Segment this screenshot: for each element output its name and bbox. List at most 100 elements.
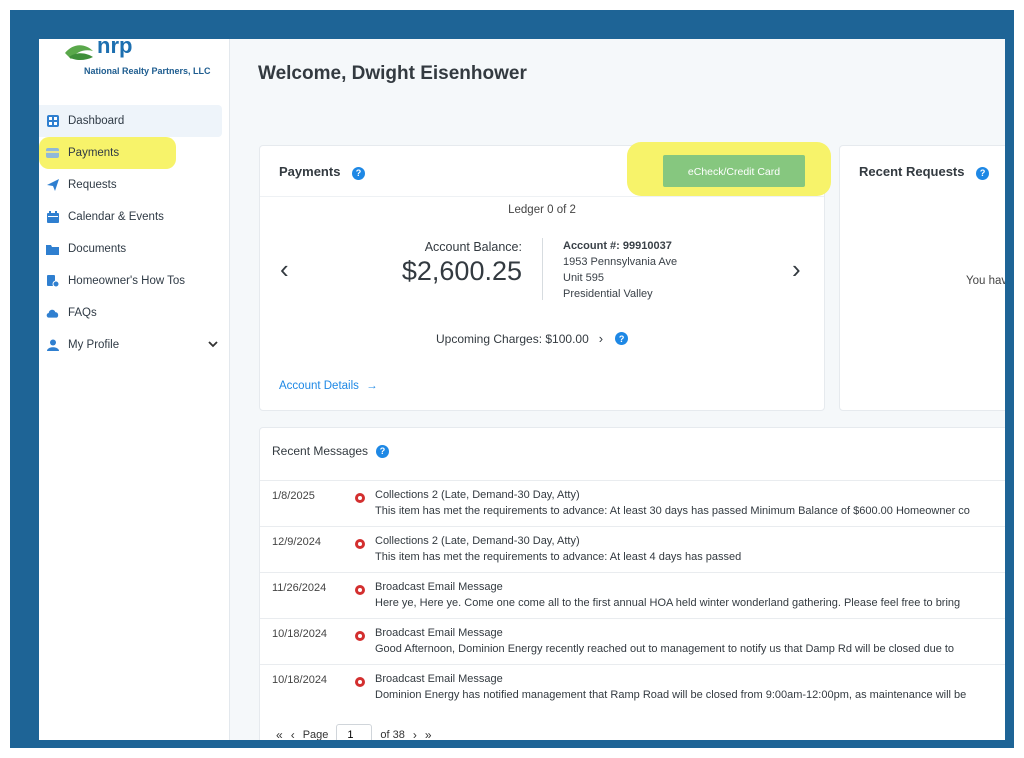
- alert-icon: [355, 585, 365, 595]
- help-icon[interactable]: ?: [376, 444, 390, 458]
- message-date: 1/8/2025: [272, 490, 315, 502]
- ledger-indicator: Ledger 0 of 2: [508, 204, 576, 216]
- message-row[interactable]: 10/18/2024 Broadcast Email Message Good …: [260, 618, 1005, 664]
- recent-requests-card: Recent Requests ? You hav: [839, 145, 1005, 411]
- recent-messages-title-text: Recent Messages: [272, 444, 369, 458]
- calendar-icon: [46, 211, 59, 224]
- cloud-icon: [46, 307, 59, 320]
- sidebar-item-label: Homeowner's How Tos: [68, 275, 186, 287]
- message-row[interactable]: 11/26/2024 Broadcast Email Message Here …: [260, 572, 1005, 618]
- page-count: of 38: [380, 729, 405, 740]
- chevron-right-icon[interactable]: ›: [599, 331, 603, 346]
- previous-page-icon[interactable]: ‹: [291, 728, 295, 740]
- address-line: Unit 595: [563, 272, 604, 284]
- app-screen: nrp National Realty Partners, LLC Dashbo…: [39, 39, 1005, 740]
- divider: [542, 238, 543, 300]
- message-body: Here ye, Here ye. Come one come all to t…: [375, 597, 961, 609]
- echeck-credit-card-button[interactable]: eCheck/Credit Card: [663, 155, 805, 187]
- help-icon[interactable]: ?: [352, 166, 366, 180]
- company-name: National Realty Partners, LLC: [84, 66, 211, 76]
- chevron-down-icon[interactable]: [208, 339, 218, 351]
- sidebar: nrp National Realty Partners, LLC Dashbo…: [39, 39, 230, 740]
- chevron-left-icon[interactable]: ‹: [280, 256, 289, 282]
- message-subject: Broadcast Email Message: [375, 673, 503, 685]
- sidebar-item-dashboard[interactable]: Dashboard: [39, 105, 222, 137]
- message-subject: Broadcast Email Message: [375, 581, 503, 593]
- sidebar-item-how-tos[interactable]: Homeowner's How Tos: [39, 265, 230, 297]
- account-details-link[interactable]: Account Details →: [279, 380, 378, 392]
- account-info: Account #: 99910037 1953 Pennsylvania Av…: [563, 238, 677, 302]
- svg-text:nrp: nrp: [97, 39, 132, 58]
- sidebar-item-my-profile[interactable]: My Profile: [39, 329, 230, 361]
- message-row[interactable]: 10/18/2024 Broadcast Email Message Domin…: [260, 664, 1005, 710]
- message-subject: Collections 2 (Late, Demand-30 Day, Atty…: [375, 489, 580, 501]
- sidebar-item-calendar[interactable]: Calendar & Events: [39, 201, 230, 233]
- payments-title: Payments ?: [279, 164, 366, 180]
- sidebar-item-label: My Profile: [68, 339, 120, 351]
- requests-empty-text: You hav: [966, 275, 1005, 287]
- alert-icon: [355, 677, 365, 687]
- message-date: 12/9/2024: [272, 536, 321, 548]
- sidebar-nav: Dashboard Payments Requests Calendar & E…: [39, 105, 230, 361]
- sidebar-item-label: Dashboard: [68, 115, 125, 127]
- message-body: Good Afternoon, Dominion Energy recently…: [375, 643, 955, 655]
- screenshot-frame: nrp National Realty Partners, LLC Dashbo…: [10, 10, 1014, 748]
- account-balance-value: $2,600.25: [401, 256, 522, 286]
- sidebar-item-label: Requests: [68, 179, 117, 191]
- help-icon[interactable]: ?: [615, 332, 629, 345]
- sidebar-item-label: FAQs: [68, 307, 97, 319]
- page-number-input[interactable]: [336, 724, 373, 740]
- user-icon: [46, 339, 59, 352]
- sidebar-item-label: Calendar & Events: [68, 211, 164, 223]
- first-page-icon[interactable]: «: [276, 728, 283, 740]
- message-body: This item has met the requirements to ad…: [375, 551, 742, 563]
- message-date: 10/18/2024: [272, 628, 328, 640]
- alert-icon: [355, 493, 365, 503]
- alert-icon: [355, 539, 365, 549]
- upcoming-charges[interactable]: Upcoming Charges: $100.00 › ?: [436, 331, 629, 346]
- message-date: 10/18/2024: [272, 674, 328, 686]
- next-page-icon[interactable]: ›: [413, 728, 417, 740]
- upcoming-charges-text: Upcoming Charges: $100.00: [436, 331, 589, 346]
- sidebar-item-label: Payments: [68, 147, 120, 159]
- sidebar-item-label: Documents: [68, 243, 127, 255]
- folder-icon: [46, 243, 59, 256]
- chevron-right-icon[interactable]: ›: [792, 256, 801, 282]
- message-subject: Broadcast Email Message: [375, 627, 503, 639]
- messages-list: 1/8/2025 Collections 2 (Late, Demand-30 …: [260, 480, 1005, 710]
- nrp-logo-icon: nrp: [65, 39, 132, 60]
- doc-icon: [46, 275, 59, 288]
- company-logo: nrp National Realty Partners, LLC: [59, 39, 219, 83]
- help-icon[interactable]: ?: [976, 166, 990, 180]
- send-icon: [46, 179, 59, 192]
- last-page-icon[interactable]: »: [425, 728, 432, 740]
- grid-icon: [46, 115, 59, 128]
- message-row[interactable]: 1/8/2025 Collections 2 (Late, Demand-30 …: [260, 480, 1005, 526]
- recent-requests-title-text: Recent Requests: [859, 164, 965, 179]
- recent-messages-title: Recent Messages ?: [272, 444, 390, 458]
- pagination: « ‹ Page of 38 › »: [276, 724, 440, 740]
- address-line: 1953 Pennsylvania Ave: [563, 256, 678, 268]
- account-number: Account #: 99910037: [563, 240, 672, 252]
- page-title: Welcome, Dwight Eisenhower: [258, 63, 527, 84]
- sidebar-item-payments[interactable]: Payments: [39, 137, 176, 169]
- sidebar-item-faqs[interactable]: FAQs: [39, 297, 230, 329]
- recent-requests-title: Recent Requests ?: [859, 164, 990, 180]
- message-body: This item has met the requirements to ad…: [375, 505, 970, 517]
- arrow-right-icon: →: [366, 380, 378, 392]
- sidebar-item-documents[interactable]: Documents: [39, 233, 230, 265]
- message-subject: Collections 2 (Late, Demand-30 Day, Atty…: [375, 535, 580, 547]
- alert-icon: [355, 631, 365, 641]
- message-date: 11/26/2024: [272, 582, 327, 594]
- payments-title-text: Payments: [279, 164, 341, 179]
- message-body: Dominion Energy has notified management …: [375, 689, 967, 701]
- page-label: Page: [302, 729, 329, 740]
- message-row[interactable]: 12/9/2024 Collections 2 (Late, Demand-30…: [260, 526, 1005, 572]
- account-balance-label: Account Balance:: [424, 240, 522, 254]
- account-details-text: Account Details: [279, 380, 359, 392]
- sidebar-item-requests[interactable]: Requests: [39, 169, 230, 201]
- address-line: Presidential Valley: [563, 288, 653, 300]
- card-icon: [46, 147, 59, 160]
- divider: [260, 196, 824, 197]
- recent-messages-card: Recent Messages ? 1/8/2025 Collections 2…: [259, 427, 1005, 740]
